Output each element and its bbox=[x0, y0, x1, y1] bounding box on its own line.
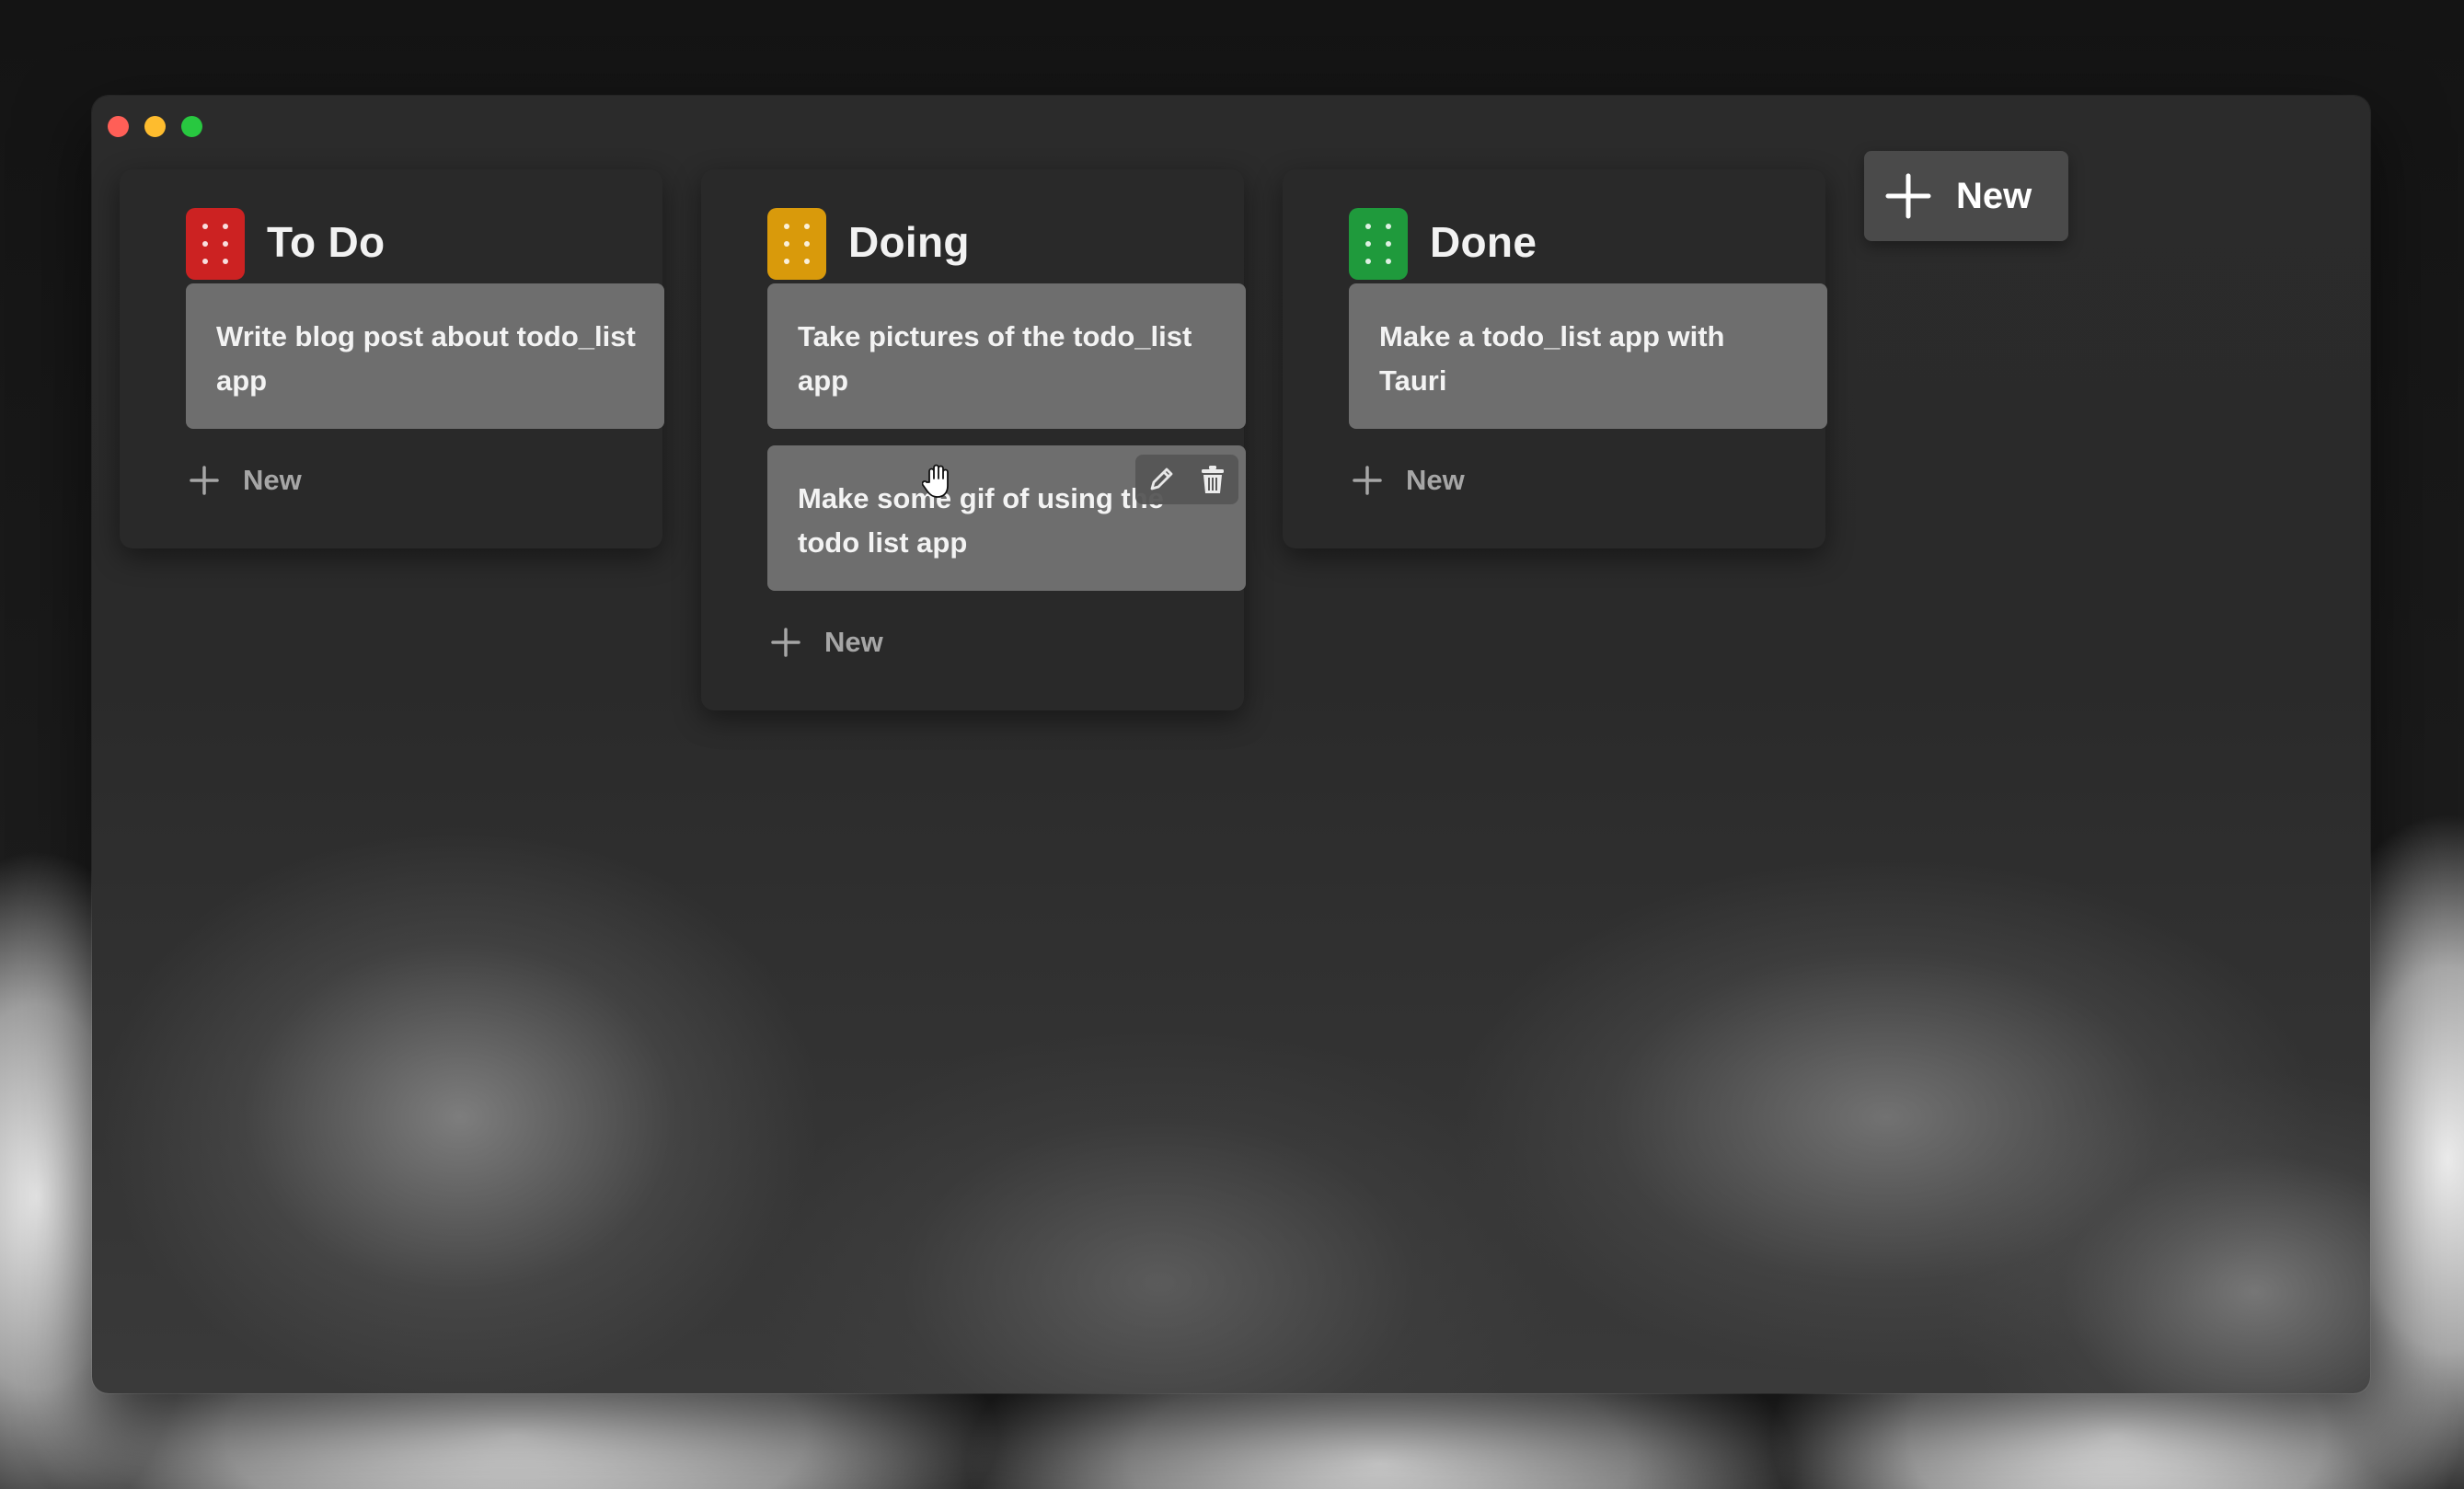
pencil-icon[interactable] bbox=[1143, 461, 1180, 498]
close-window-button[interactable] bbox=[108, 116, 129, 137]
task-card-text: Take pictures of the todo_list app bbox=[798, 320, 1192, 397]
task-card[interactable]: Make a todo_list app with Tauri bbox=[1349, 283, 1827, 429]
add-card-button[interactable]: New bbox=[1349, 453, 1825, 508]
column-header: To Do bbox=[120, 169, 662, 283]
column-header: Doing bbox=[701, 169, 1244, 283]
window-controls bbox=[108, 116, 202, 137]
maximize-window-button[interactable] bbox=[181, 116, 202, 137]
plus-icon bbox=[186, 462, 223, 499]
drag-handle-icon[interactable] bbox=[767, 208, 826, 280]
column-header: Done bbox=[1283, 169, 1825, 283]
column-done: Done Make a todo_list app with Tauri New bbox=[1283, 169, 1827, 548]
grab-hand-icon bbox=[921, 462, 955, 499]
task-card[interactable]: Write blog post about todo_list app bbox=[186, 283, 664, 429]
add-card-label: New bbox=[243, 464, 302, 496]
task-card[interactable]: Take pictures of the todo_list app bbox=[767, 283, 1246, 429]
column-title[interactable]: Done bbox=[1430, 217, 1537, 267]
card-actions bbox=[1135, 455, 1238, 504]
task-card-text: Make some gif of using the todo list app bbox=[798, 482, 1164, 559]
add-card-label: New bbox=[1406, 464, 1465, 496]
column-doing: Doing Take pictures of the todo_list app… bbox=[701, 169, 1246, 710]
minimize-window-button[interactable] bbox=[144, 116, 166, 137]
add-card-button[interactable]: New bbox=[767, 615, 1244, 670]
drag-handle-icon[interactable] bbox=[1349, 208, 1408, 280]
drag-handle-icon[interactable] bbox=[186, 208, 245, 280]
task-card-text: Make a todo_list app with Tauri bbox=[1379, 320, 1725, 397]
column-todo: To Do Write blog post about todo_list ap… bbox=[120, 169, 664, 548]
plus-icon bbox=[1883, 170, 1934, 222]
add-column-label: New bbox=[1956, 175, 2032, 216]
app-window: To Do Write blog post about todo_list ap… bbox=[92, 96, 2370, 1393]
column-title[interactable]: To Do bbox=[267, 217, 385, 267]
plus-icon bbox=[767, 624, 804, 661]
add-column-button[interactable]: New bbox=[1864, 151, 2068, 241]
task-card-text: Write blog post about todo_list app bbox=[216, 320, 636, 397]
add-card-label: New bbox=[824, 626, 883, 658]
task-card-hovered[interactable]: Make some gif of using the todo list app bbox=[767, 445, 1246, 591]
trash-icon[interactable] bbox=[1194, 461, 1231, 498]
add-card-button[interactable]: New bbox=[186, 453, 662, 508]
column-title[interactable]: Doing bbox=[848, 217, 970, 267]
plus-icon bbox=[1349, 462, 1386, 499]
